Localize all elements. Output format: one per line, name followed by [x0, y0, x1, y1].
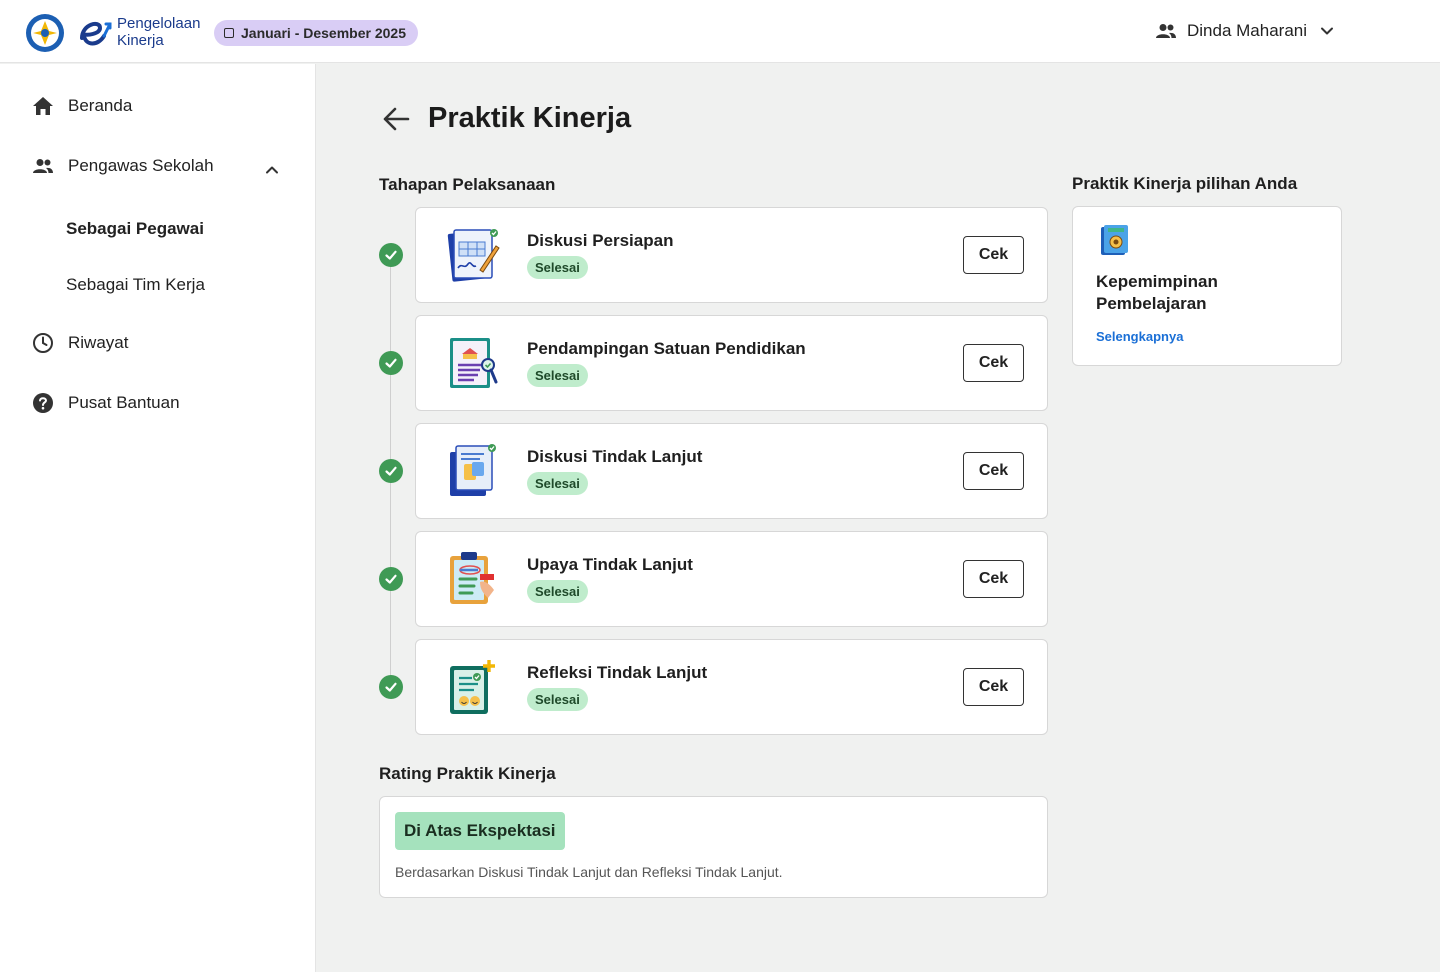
help-icon — [33, 393, 53, 413]
stage-name: Pendampingan Satuan Pendidikan — [527, 339, 806, 358]
status-badge: Selesai — [527, 364, 588, 387]
pilihan-title: Praktik Kinerja pilihan Anda — [1072, 174, 1298, 193]
document-sign-icon — [447, 229, 500, 282]
status-badge: Selesai — [527, 256, 588, 279]
top-bar: Pengelolaan Kinerja Januari - Desember 2… — [0, 0, 1440, 63]
clock-icon — [33, 333, 53, 353]
rating-title: Rating Praktik Kinerja — [379, 764, 556, 783]
user-name: Dinda Maharani — [1187, 21, 1308, 40]
chevron-up-icon[interactable] — [262, 160, 282, 180]
stage-card-pendampingan-satuan-pendidikan: Pendampingan Satuan Pendidikan Selesai C… — [415, 315, 1048, 411]
back-arrow-icon[interactable] — [381, 104, 411, 134]
sidebar-subitem-sebagai-tim-kerja[interactable]: Sebagai Tim Kerja — [66, 275, 205, 295]
chevron-down-icon — [1321, 27, 1334, 35]
check-circle-icon — [379, 567, 403, 591]
calendar-square-icon — [224, 28, 234, 38]
period-badge[interactable]: Januari - Desember 2025 — [214, 20, 418, 46]
cek-button[interactable]: Cek — [963, 452, 1024, 490]
period-label: Januari - Desember 2025 — [241, 25, 406, 41]
check-circle-icon — [379, 243, 403, 267]
check-circle-icon — [379, 675, 403, 699]
cek-button[interactable]: Cek — [963, 236, 1024, 274]
e-kinerja-logo-icon — [80, 21, 112, 46]
kemendikbud-logo-icon — [26, 14, 64, 52]
sidebar-item-label: Beranda — [68, 96, 133, 115]
discussion-document-icon — [450, 444, 496, 496]
sidebar-item-label: Pengawas Sekolah — [68, 156, 214, 175]
stage-name: Diskusi Persiapan — [527, 231, 674, 250]
people-icon — [33, 159, 53, 173]
cek-button[interactable]: Cek — [963, 344, 1024, 382]
check-circle-icon — [379, 459, 403, 483]
sidebar-item-riwayat[interactable]: Riwayat — [32, 332, 128, 354]
rating-description: Berdasarkan Diskusi Tindak Lanjut dan Re… — [395, 864, 783, 880]
stage-card-diskusi-tindak-lanjut: Diskusi Tindak Lanjut Selesai Cek — [415, 423, 1048, 519]
app-name: Pengelolaan Kinerja — [117, 15, 201, 49]
sidebar-item-label: Pusat Bantuan — [68, 393, 180, 412]
school-report-magnifier-icon — [450, 338, 498, 388]
stage-name: Diskusi Tindak Lanjut — [527, 447, 703, 466]
cek-button[interactable]: Cek — [963, 668, 1024, 706]
stage-card-diskusi-persiapan: Diskusi Persiapan Selesai Cek — [415, 207, 1048, 303]
sidebar-subitem-sebagai-pegawai[interactable]: Sebagai Pegawai — [66, 219, 204, 239]
pilihan-name: Kepemimpinan Pembelajaran — [1096, 272, 1218, 313]
leadership-book-icon — [1101, 225, 1128, 255]
sidebar-item-pengawas-sekolah[interactable]: Pengawas Sekolah — [32, 156, 214, 176]
sidebar-item-pusat-bantuan[interactable]: Pusat Bantuan — [32, 392, 180, 414]
sidebar-item-label: Riwayat — [68, 333, 129, 352]
user-menu[interactable]: Dinda Maharani — [1155, 18, 1337, 44]
selengkapnya-link[interactable]: Selengkapnya — [1096, 329, 1183, 344]
stage-card-refleksi-tindak-lanjut: Refleksi Tindak Lanjut Selesai Cek — [415, 639, 1048, 735]
sidebar-item-beranda[interactable]: Beranda — [32, 96, 132, 116]
stage-card-upaya-tindak-lanjut: Upaya Tindak Lanjut Selesai Cek — [415, 531, 1048, 627]
page-header: Praktik Kinerja — [381, 102, 631, 135]
page-title: Praktik Kinerja — [428, 102, 632, 134]
home-icon — [33, 97, 53, 115]
stage-name: Upaya Tindak Lanjut — [527, 555, 693, 574]
rating-card: Di Atas Ekspektasi Berdasarkan Diskusi T… — [379, 796, 1048, 898]
check-circle-icon — [379, 351, 403, 375]
clipboard-checklist-icon — [450, 552, 494, 604]
pilihan-card: Kepemimpinan Pembelajaran Selengkapnya — [1072, 206, 1342, 366]
status-badge: Selesai — [527, 580, 588, 603]
stages-title: Tahapan Pelaksanaan — [379, 175, 556, 194]
stage-name: Refleksi Tindak Lanjut — [527, 663, 708, 682]
user-group-icon — [1156, 24, 1176, 38]
status-badge: Selesai — [527, 472, 588, 495]
status-badge: Selesai — [527, 688, 588, 711]
cek-button[interactable]: Cek — [963, 560, 1024, 598]
reflection-board-icon — [450, 660, 495, 714]
sidebar: Beranda Pengawas Sekolah Sebagai Pegawai… — [0, 64, 316, 972]
rating-badge: Di Atas Ekspektasi — [395, 812, 565, 850]
